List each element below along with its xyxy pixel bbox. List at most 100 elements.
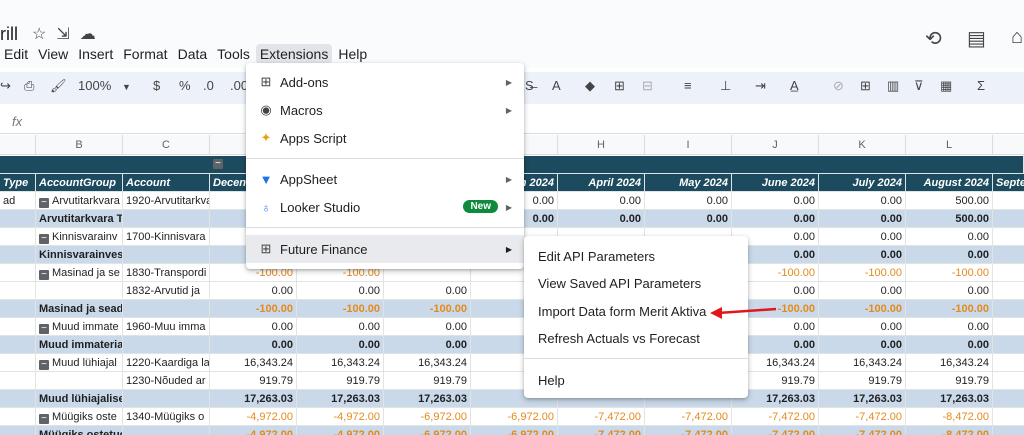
table-cell[interactable]: -6,972.00 [471, 408, 558, 426]
zoom-select[interactable]: 100% [78, 78, 111, 93]
table-cell[interactable]: 17,263.03 [384, 390, 471, 408]
table-cell[interactable]: 919.79 [906, 372, 993, 390]
table-cell[interactable]: -100.00 [819, 264, 906, 282]
table-cell[interactable]: 0.00 [819, 282, 906, 300]
table-cell[interactable]: 16,343.24 [297, 354, 384, 372]
align-horizontal-icon[interactable]: ≡ [684, 78, 692, 93]
column-header-i[interactable]: I [645, 135, 732, 155]
table-cell[interactable]: -7,472.00 [558, 426, 645, 435]
menu-item-apps-script[interactable]: ✦ Apps Script [246, 124, 524, 152]
move-folder-icon[interactable]: ⇲ [56, 24, 69, 44]
table-cell[interactable] [993, 264, 1024, 282]
meet-icon[interactable]: ⌂ [1011, 26, 1023, 49]
table-cell[interactable]: − Arvutitarkvara [36, 192, 123, 210]
table-cell[interactable]: 1220-Kaardiga la [123, 354, 210, 372]
table-cell[interactable] [993, 390, 1024, 408]
table-cell[interactable]: -4,972.00 [210, 426, 297, 435]
merge-cells-icon[interactable]: ⊟ [642, 78, 653, 94]
menu-item-looker-studio[interactable]: ♁ Looker Studio New ▶ [246, 193, 524, 221]
decrease-decimal-button[interactable]: .0 [203, 78, 214, 93]
collapse-group-icon[interactable]: − [39, 324, 49, 334]
table-cell[interactable]: 16,343.24 [210, 354, 297, 372]
table-cell[interactable]: 0.00 [297, 318, 384, 336]
table-cell[interactable]: -100.00 [384, 300, 471, 318]
table-cell[interactable]: − Müügiks oste [36, 408, 123, 426]
version-history-icon[interactable]: ⟲ [925, 26, 942, 51]
table-cell[interactable]: Muud lühiajalised nõuded Total [36, 390, 123, 408]
table-cell[interactable]: 0.00 [210, 282, 297, 300]
text-color-icon[interactable]: A [552, 78, 561, 93]
table-cell[interactable]: -7,472.00 [732, 426, 819, 435]
table-cell[interactable]: -7,472.00 [645, 408, 732, 426]
menu-tools[interactable]: Tools [213, 44, 254, 64]
menu-extensions[interactable]: Extensions [255, 44, 333, 64]
table-cell[interactable]: 17,263.03 [297, 390, 384, 408]
table-cell[interactable]: 0.00 [732, 192, 819, 210]
column-header-m[interactable] [993, 135, 1024, 155]
table-cell[interactable] [0, 210, 36, 228]
filter-icon[interactable]: ⊽ [914, 78, 924, 94]
table-cell[interactable]: -100.00 [906, 264, 993, 282]
table-cell[interactable]: Arvutitarkvara Total [36, 210, 123, 228]
align-vertical-icon[interactable]: ⊥ [720, 78, 731, 94]
collapse-group-icon[interactable]: − [39, 414, 49, 424]
table-cell[interactable]: 0.00 [732, 210, 819, 228]
table-cell[interactable] [123, 426, 210, 435]
menu-item-macros[interactable]: ◉ Macros ▶ [246, 96, 524, 124]
table-cell[interactable] [0, 354, 36, 372]
table-cell[interactable] [0, 300, 36, 318]
table-cell[interactable]: 0.00 [384, 318, 471, 336]
table-cell[interactable]: -100.00 [906, 300, 993, 318]
menu-data[interactable]: Data [174, 44, 212, 64]
table-cell[interactable]: 0.00 [384, 336, 471, 354]
table-cell[interactable]: -7,472.00 [645, 426, 732, 435]
text-wrap-icon[interactable]: ⇥ [755, 78, 766, 94]
table-cell[interactable] [993, 192, 1024, 210]
column-header-h[interactable]: H [558, 135, 645, 155]
table-cell[interactable]: 1832-Arvutid ja [123, 282, 210, 300]
filter-views-icon[interactable]: ▦ [940, 78, 952, 94]
table-cell[interactable]: 16,343.24 [819, 354, 906, 372]
column-header-c[interactable]: C [123, 135, 210, 155]
table-cell[interactable]: 16,343.24 [384, 354, 471, 372]
table-cell[interactable] [123, 300, 210, 318]
table-cell[interactable]: 0.00 [819, 192, 906, 210]
collapse-group-icon[interactable]: − [213, 159, 223, 169]
table-cell[interactable] [993, 318, 1024, 336]
table-cell[interactable]: -8,472.00 [906, 426, 993, 435]
table-cell[interactable]: 0.00 [210, 336, 297, 354]
collapse-group-icon[interactable]: − [39, 198, 49, 208]
table-cell[interactable]: 0.00 [297, 282, 384, 300]
star-icon[interactable]: ☆ [32, 24, 46, 44]
table-cell[interactable]: 500.00 [906, 210, 993, 228]
table-cell[interactable] [0, 426, 36, 435]
table-cell[interactable]: -4,972.00 [297, 408, 384, 426]
table-cell[interactable]: 1960-Muu imma [123, 318, 210, 336]
table-cell[interactable] [993, 354, 1024, 372]
text-rotation-icon[interactable]: A̲ [790, 78, 799, 93]
table-cell[interactable] [123, 336, 210, 354]
table-cell[interactable]: 919.79 [819, 372, 906, 390]
table-cell[interactable]: 0.00 [906, 318, 993, 336]
insert-comment-icon[interactable]: ⊞ [860, 78, 871, 94]
menu-format[interactable]: Format [119, 44, 171, 64]
borders-icon[interactable]: ⊞ [614, 78, 625, 94]
print-icon[interactable]: ⎙ [24, 78, 34, 94]
table-cell[interactable] [993, 300, 1024, 318]
table-cell[interactable]: -8,472.00 [906, 408, 993, 426]
table-cell[interactable]: 17,263.03 [210, 390, 297, 408]
table-cell[interactable] [0, 336, 36, 354]
table-cell[interactable] [36, 282, 123, 300]
column-header-b[interactable]: B [36, 135, 123, 155]
table-cell[interactable]: 0.00 [906, 282, 993, 300]
table-cell[interactable]: -7,472.00 [558, 408, 645, 426]
table-cell[interactable]: 1830-Transpordi [123, 264, 210, 282]
column-header-a[interactable] [0, 135, 36, 155]
table-cell[interactable]: 500.00 [906, 192, 993, 210]
submenu-refresh-actuals-vs-forecast[interactable]: Refresh Actuals vs Forecast [524, 324, 748, 352]
collapse-group-icon[interactable]: − [39, 234, 49, 244]
table-cell[interactable]: 0.00 [819, 228, 906, 246]
table-cell[interactable]: -7,472.00 [819, 426, 906, 435]
table-cell[interactable]: 0.00 [906, 228, 993, 246]
collapse-group-icon[interactable]: − [39, 360, 49, 370]
